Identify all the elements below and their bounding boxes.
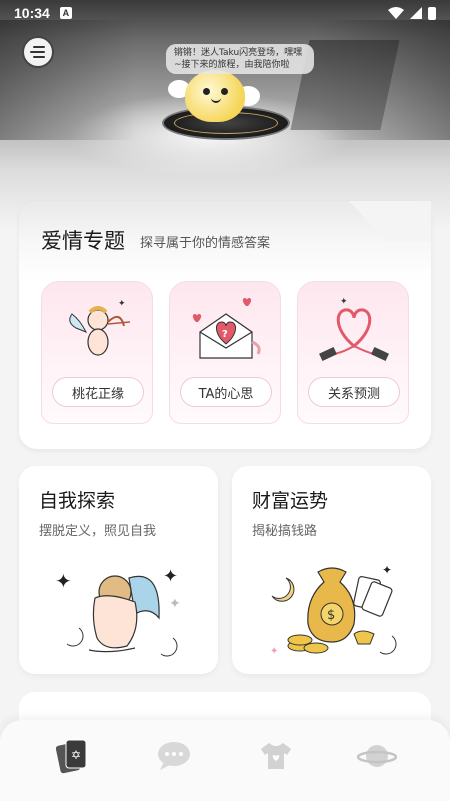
self-explore-card[interactable]: 自我探索 摆脱定义，照见自我 ✦ ✦ ✦ (19, 466, 218, 674)
svg-text:✦: ✦ (340, 297, 348, 307)
battery-icon (428, 6, 436, 20)
nav-outfit[interactable] (254, 734, 298, 778)
planet-icon (357, 744, 398, 767)
mascot-mouth (211, 98, 221, 103)
svg-text:?: ? (222, 329, 228, 340)
love-topic-subtitle: 探寻属于你的情感答案 (140, 236, 271, 251)
love-item-relationship-forecast[interactable]: ✦ 关系预测 (297, 281, 409, 424)
shirt-icon (260, 742, 291, 769)
menu-icon (30, 46, 45, 58)
mascot-speech-bubble: 锵锵！迷人Taku闪亮登场，嘿嘿~接下来的旅程，由我陪你啦 (166, 44, 314, 74)
nav-chat[interactable] (152, 734, 196, 778)
mascot-eye-right (221, 88, 228, 95)
their-thoughts-label: TA的心思 (180, 377, 272, 407)
bottom-navigation: ✡ (0, 720, 450, 801)
status-time: 10:34 (14, 5, 50, 21)
svg-text:✦: ✦ (55, 569, 72, 593)
angel-figure-icon: ✦ ✦ ✦ (55, 566, 181, 657)
cupid-icon: ✦ (68, 299, 131, 361)
signal-icon (410, 7, 422, 19)
mascot-eye-left (203, 88, 210, 95)
svg-text:✦: ✦ (118, 299, 126, 309)
svg-text:✡: ✡ (71, 748, 81, 762)
nav-planet[interactable] (355, 734, 399, 778)
wealth-fortune-card[interactable]: 财富运势 揭秘搞钱路 $ ✦ ✦ (232, 466, 431, 674)
love-topic-title: 爱情专题 (41, 229, 125, 253)
menu-button[interactable] (22, 36, 54, 68)
relationship-forecast-label: 关系预测 (308, 377, 400, 407)
wealth-fortune-subtitle: 揭秘搞钱路 (252, 524, 318, 539)
love-topic-card: 爱情专题 探寻属于你的情感答案 ✦ 桃花正缘 ? TA的心思 ✦ 关系预测 (19, 201, 431, 449)
tarot-cards-icon: ✡ (55, 739, 87, 773)
svg-text:$: $ (327, 608, 335, 623)
card-tab-notch (348, 201, 431, 241)
chat-icon (158, 741, 191, 770)
mascot-taku[interactable] (185, 70, 245, 122)
love-item-their-thoughts[interactable]: ? TA的心思 (169, 281, 281, 424)
svg-text:✦: ✦ (382, 563, 392, 577)
nav-tarot[interactable]: ✡ (51, 734, 95, 778)
love-item-peach-blossom[interactable]: ✦ 桃花正缘 (41, 281, 153, 424)
wifi-icon (388, 7, 404, 19)
heart-cable-icon: ✦ (319, 297, 389, 362)
status-bar: 10:34 A (0, 0, 450, 26)
notification-a-icon: A (59, 7, 72, 19)
peach-blossom-label: 桃花正缘 (52, 377, 144, 407)
self-explore-title: 自我探索 (39, 490, 116, 512)
svg-text:✦: ✦ (163, 566, 178, 587)
love-letter-icon: ? (192, 298, 261, 359)
status-icons (388, 6, 436, 20)
svg-text:✦: ✦ (270, 646, 278, 657)
money-bag-icon: $ ✦ ✦ (270, 563, 397, 657)
wealth-fortune-title: 财富运势 (252, 490, 329, 512)
self-explore-subtitle: 摆脱定义，照见自我 (39, 524, 157, 539)
svg-text:✦: ✦ (169, 596, 181, 612)
